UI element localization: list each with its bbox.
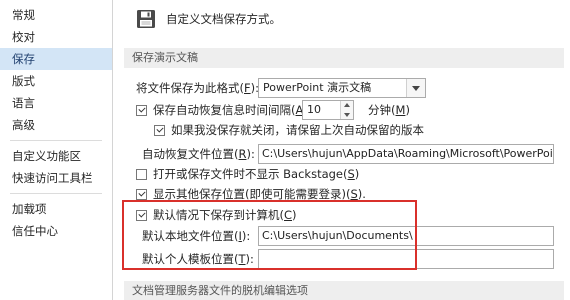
spin-down-icon[interactable] bbox=[341, 110, 353, 119]
autorecover-interval-spinner[interactable]: 10 bbox=[302, 100, 354, 120]
spin-up-icon[interactable] bbox=[341, 101, 353, 110]
show-other-locations-checkbox[interactable] bbox=[136, 188, 147, 200]
sidebar-divider bbox=[10, 193, 102, 194]
section-header-doc-management: 文档管理服务器文件的脱机编辑选项 bbox=[124, 281, 564, 300]
save-format-select[interactable]: PowerPoint 演示文稿 bbox=[258, 78, 426, 98]
autorecover-location-input[interactable]: C:\Users\hujun\AppData\Roaming\Microsoft… bbox=[258, 144, 554, 164]
spinner-buttons bbox=[340, 101, 353, 119]
sidebar-divider bbox=[10, 140, 102, 141]
sidebar-item-quick-access-toolbar[interactable]: 快速访问工具栏 bbox=[0, 167, 112, 189]
keep-last-version-checkbox[interactable] bbox=[154, 124, 165, 136]
section-header-save-presentations: 保存演示文稿 bbox=[124, 48, 564, 68]
autorecover-interval-option: 保存自动恢复信息时间间隔(A) bbox=[136, 100, 308, 120]
sidebar-item-layout[interactable]: 版式 bbox=[0, 70, 112, 92]
default-template-location-input[interactable] bbox=[258, 249, 554, 269]
save-to-computer-option: 默认情况下保存到计算机(C) bbox=[136, 205, 297, 225]
interval-unit-label: 分钟(M) bbox=[368, 103, 410, 117]
keep-last-version-option: 如果我没保存就关闭，请保留上次自动保留的版本 bbox=[154, 120, 424, 140]
options-main-panel: 自定义文档保存方式。 保存演示文稿 将文件保存为此格式(F): PowerPoi… bbox=[114, 0, 570, 300]
sidebar-item-proofing[interactable]: 校对 bbox=[0, 26, 112, 48]
show-other-locations-option: 显示其他保存位置(即使可能需要登录)(S). bbox=[136, 184, 366, 204]
page-description: 自定义文档保存方式。 bbox=[166, 12, 281, 26]
floppy-disk-icon bbox=[137, 10, 155, 28]
save-to-computer-checkbox[interactable] bbox=[136, 209, 147, 221]
options-sidebar: 常规 校对 保存 版式 语言 高级 自定义功能区 快速访问工具栏 加载项 信任中… bbox=[0, 0, 113, 300]
autorecover-checkbox[interactable] bbox=[136, 104, 147, 116]
save-format-label: 将文件保存为此格式(F): bbox=[136, 81, 259, 95]
chevron-down-icon bbox=[406, 79, 425, 97]
sidebar-item-general[interactable]: 常规 bbox=[0, 4, 112, 26]
sidebar-item-advanced[interactable]: 高级 bbox=[0, 114, 112, 136]
sidebar-item-add-ins[interactable]: 加载项 bbox=[0, 198, 112, 220]
no-backstage-checkbox[interactable] bbox=[136, 168, 147, 180]
sidebar-item-save[interactable]: 保存 bbox=[0, 48, 112, 70]
default-local-location-label: 默认本地文件位置(I): bbox=[142, 229, 251, 243]
default-template-location-label: 默认个人模板位置(T): bbox=[142, 252, 254, 266]
no-backstage-option: 打开或保存文件时不显示 Backstage(S) bbox=[136, 164, 359, 184]
page-header: 自定义文档保存方式。 bbox=[136, 8, 281, 30]
sidebar-item-language[interactable]: 语言 bbox=[0, 92, 112, 114]
sidebar-item-trust-center[interactable]: 信任中心 bbox=[0, 220, 112, 242]
sidebar-item-customize-ribbon[interactable]: 自定义功能区 bbox=[0, 145, 112, 167]
default-local-location-input[interactable]: C:\Users\hujun\Documents\ bbox=[258, 226, 554, 246]
autorecover-location-label: 自动恢复文件位置(R): bbox=[142, 147, 255, 161]
